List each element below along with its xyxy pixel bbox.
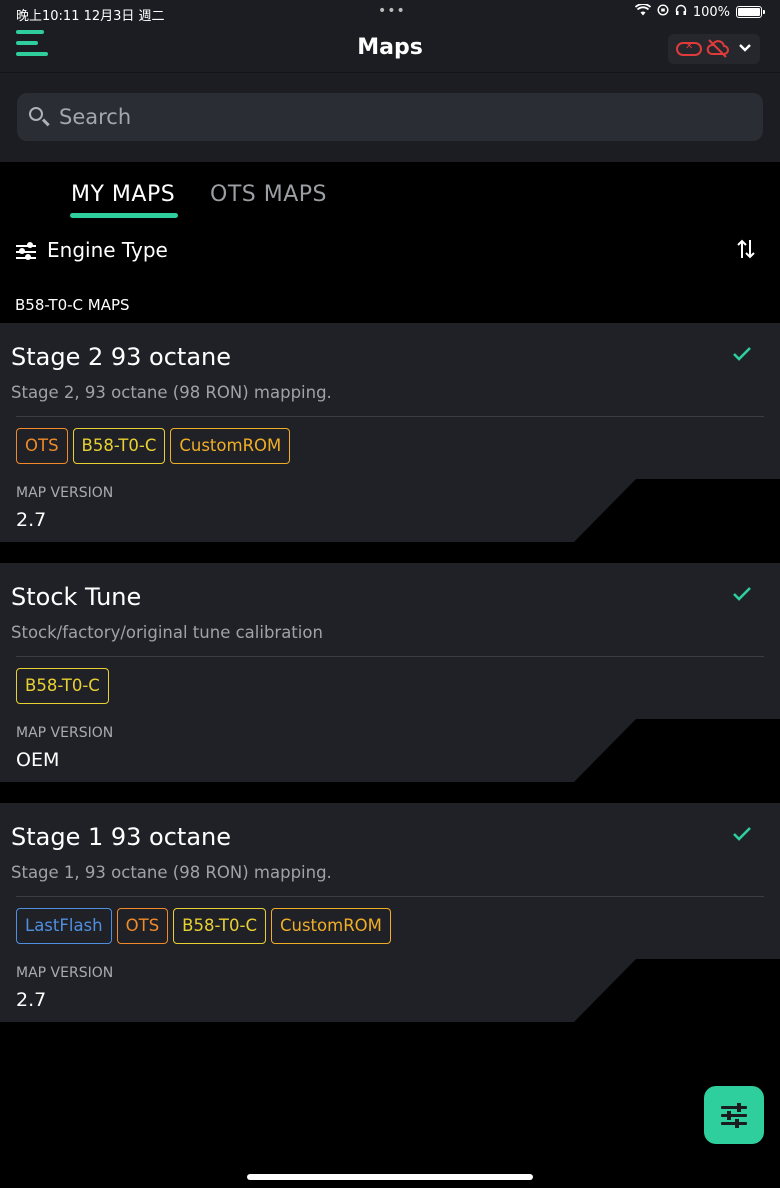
- multitasking-dots[interactable]: •••: [378, 3, 406, 19]
- active-tab-indicator: [70, 213, 178, 218]
- map-version-value: 2.7: [16, 989, 47, 1011]
- tag-list: LastFlash OTS B58-T0-C CustomROM: [16, 908, 391, 944]
- section-label: B58-T0-C MAPS: [15, 296, 130, 314]
- map-version-label: MAP VERSION: [16, 725, 114, 741]
- page-title: Maps: [357, 35, 423, 60]
- battery-percent: 100%: [692, 4, 730, 20]
- nav-bar: Maps: [0, 26, 780, 72]
- engine-type-filter[interactable]: Engine Type: [47, 238, 168, 262]
- card-corner-decoration: [574, 479, 780, 542]
- filter-fab-button[interactable]: [704, 1086, 764, 1144]
- map-version-label: MAP VERSION: [16, 485, 114, 501]
- status-time: 晚上10:11 12月3日 週二: [16, 9, 165, 24]
- map-version-value: 2.7: [16, 509, 47, 531]
- wifi-icon: [634, 3, 651, 20]
- check-icon: [732, 823, 752, 847]
- filter-row: Engine Type: [0, 230, 780, 274]
- map-version-value: OEM: [16, 749, 60, 771]
- search-icon: [29, 107, 43, 121]
- map-description: Stage 1, 93 octane (98 RON) mapping.: [11, 863, 332, 882]
- divider: [16, 896, 764, 897]
- tag-lastflash: LastFlash: [16, 908, 112, 944]
- chevron-down-icon: [738, 37, 752, 63]
- map-title: Stock Tune: [11, 583, 142, 611]
- headphones-icon: [675, 4, 687, 20]
- tag-list: B58-T0-C: [16, 668, 109, 704]
- card-corner-decoration: [574, 959, 780, 1022]
- tag-ots: OTS: [16, 428, 68, 464]
- sort-icon[interactable]: [736, 238, 756, 265]
- status-bar: 晚上10:11 12月3日 週二 ••• 100%: [0, 0, 780, 26]
- sliders-icon: [721, 1103, 747, 1128]
- map-description: Stage 2, 93 octane (98 RON) mapping.: [11, 383, 332, 402]
- tab-ots-maps[interactable]: OTS MAPS: [210, 182, 327, 207]
- tag-list: OTS B58-T0-C CustomROM: [16, 428, 291, 464]
- map-title: Stage 1 93 octane: [11, 823, 232, 851]
- check-icon: [732, 583, 752, 607]
- search-box[interactable]: [17, 93, 763, 141]
- tag-engine: B58-T0-C: [72, 428, 166, 464]
- map-card[interactable]: Stock Tune Stock/factory/original tune c…: [0, 563, 780, 782]
- map-card[interactable]: Stage 1 93 octane Stage 1, 93 octane (98…: [0, 803, 780, 1022]
- tag-customrom: CustomROM: [270, 908, 391, 944]
- sliders-icon[interactable]: [16, 242, 36, 260]
- cloud-off-icon: [706, 38, 730, 63]
- tag-ots: OTS: [116, 908, 169, 944]
- map-card[interactable]: Stage 2 93 octane Stage 2, 93 octane (98…: [0, 323, 780, 542]
- search-input[interactable]: [59, 101, 739, 133]
- map-title: Stage 2 93 octane: [11, 343, 232, 371]
- divider: [16, 416, 764, 417]
- link-broken-icon: [676, 41, 702, 56]
- check-icon: [732, 343, 752, 367]
- tag-customrom: CustomROM: [170, 428, 291, 464]
- tag-engine: B58-T0-C: [173, 908, 266, 944]
- divider: [16, 656, 764, 657]
- orientation-lock-icon: [657, 4, 669, 20]
- home-indicator[interactable]: [247, 1174, 533, 1180]
- connection-status-button[interactable]: [668, 34, 760, 64]
- search-section: [0, 72, 780, 162]
- status-icons: 100%: [634, 3, 765, 20]
- card-corner-decoration: [574, 719, 780, 782]
- map-version-label: MAP VERSION: [16, 965, 114, 981]
- battery-icon: [736, 6, 765, 18]
- map-description: Stock/factory/original tune calibration: [11, 623, 323, 642]
- tab-my-maps[interactable]: MY MAPS: [71, 182, 175, 207]
- tag-engine: B58-T0-C: [16, 668, 109, 704]
